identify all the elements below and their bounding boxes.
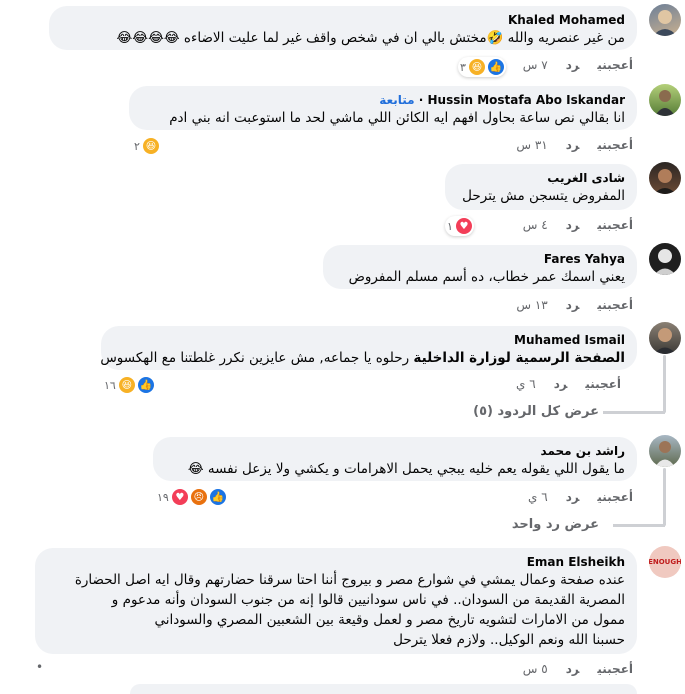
avatar-image (654, 328, 676, 354)
reply-link[interactable]: رد (566, 298, 580, 312)
reactions-count: ١٩ (157, 490, 169, 504)
avatar[interactable] (649, 4, 681, 36)
comment-author[interactable]: Eman Elsheikh (47, 554, 625, 570)
comment-text: يعني اسمك عمر خطاب، ده أسم مسلم المفروض (348, 269, 625, 285)
avatar[interactable] (649, 162, 681, 194)
like-link[interactable]: أعجبني (597, 138, 633, 152)
comment-actions: أعجبني رد ٦ ي (510, 490, 633, 504)
view-replies-link[interactable]: عرض رد واحد (512, 517, 599, 532)
comment-author[interactable]: Khaled Mohamed (61, 12, 625, 28)
laugh-reaction-icon: 😆 (468, 59, 485, 75)
reactions-summary[interactable]: 👍 😠 ♥ ١٩ (155, 487, 228, 507)
reply-link[interactable]: رد (554, 377, 568, 391)
heart-reaction-icon: ♥ (171, 489, 188, 505)
comment-text-line: حسبنا الله ونعم الوكيل.. ولازم فعلا يترح… (393, 632, 625, 648)
like-reaction-icon: 👍 (487, 59, 504, 75)
avatar-image (655, 90, 675, 116)
like-reaction-icon: 👍 (137, 377, 154, 393)
comment-time[interactable]: ٤ س (523, 218, 548, 232)
comment-text-line: ممول من الامارات لتشويه تاريخ مصر و لعمل… (154, 612, 625, 628)
like-link[interactable]: أعجبني (585, 377, 621, 391)
view-replies-link[interactable]: عرض كل الردود (٥) (473, 404, 599, 419)
tagged-page-link[interactable]: الصفحة الرسمية لوزارة الداخلية (413, 350, 625, 366)
comment-bubble: Eman Elsheikh عنده صفحة وعمال يمشي في شو… (35, 548, 637, 654)
thread-line (663, 355, 666, 413)
comment-time[interactable]: ١٣ س (516, 298, 547, 312)
avatar[interactable] (649, 435, 681, 467)
comment-time[interactable]: ٥ س (523, 662, 548, 676)
like-link[interactable]: أعجبني (597, 58, 633, 72)
like-link[interactable]: أعجبني (597, 218, 633, 232)
comment-bubble: Muhamed Ismail الصفحة الرسمية لوزارة الد… (100, 326, 637, 370)
reactions-count: ٢ (134, 139, 140, 153)
heart-reaction-icon: ♥ (455, 218, 472, 234)
comment-bubble: Fares Yahya يعني اسمك عمر خطاب، ده أسم م… (323, 245, 637, 289)
laugh-reaction-icon: 😆 (118, 377, 135, 393)
comment-actions: أعجبني رد ٣١ س (498, 138, 633, 152)
comment-actions: أعجبني رد ٧ س (505, 58, 633, 72)
separator-dot: • (36, 660, 44, 674)
comment-author[interactable]: Muhamed Ismail (113, 332, 625, 348)
avatar[interactable] (649, 322, 681, 354)
comment-actions: أعجبني رد ٦ ي (498, 377, 621, 391)
comment-author[interactable]: شادى الغريب (457, 170, 625, 186)
reactions-count: ١ (447, 219, 453, 233)
avatar[interactable] (649, 84, 681, 116)
reply-link[interactable]: رد (566, 218, 580, 232)
comment-text: الصفحة الرسمية لوزارة الداخلية رحلوه يا … (100, 348, 625, 368)
like-link[interactable]: أعجبني (597, 490, 633, 504)
comment-actions: أعجبني رد ١٣ س (498, 298, 633, 312)
comment-text-line: المصرية القديمة من السودان.. في ناس سودا… (111, 592, 625, 608)
reactions-summary[interactable]: ♥ ١ (445, 216, 474, 236)
avatar-image (654, 169, 676, 194)
reactions-summary[interactable]: 👍 😆 ١٦ (102, 375, 156, 395)
thread-line (603, 411, 665, 414)
like-link[interactable]: أعجبني (597, 662, 633, 676)
avatar-image (655, 441, 675, 467)
comment-author[interactable]: راشد بن محمد (165, 443, 625, 459)
like-link[interactable]: أعجبني (597, 298, 633, 312)
comment-actions: أعجبني رد ٥ س (505, 662, 633, 676)
comment-text-body: رحلوه يا جماعه, مش عايزين نكرر غلطتنا مع… (100, 350, 410, 366)
reply-link[interactable]: رد (566, 138, 580, 152)
comment-text: من غير عنصريه والله 🤣مختش بالي ان في شخص… (116, 30, 625, 46)
reactions-count: ٣ (460, 60, 466, 74)
next-comment-bubble-edge (130, 684, 637, 694)
comment-time[interactable]: ٦ ي (528, 490, 548, 504)
avatar[interactable] (649, 243, 681, 275)
comment-bubble: Khaled Mohamed من غير عنصريه والله 🤣مختش… (49, 6, 637, 50)
comment-text-line: عنده صفحة وعمال يمشي في شوارع مصر و بيرو… (74, 572, 625, 588)
like-reaction-icon: 👍 (209, 489, 226, 505)
reply-link[interactable]: رد (566, 662, 580, 676)
avatar-image (653, 10, 677, 36)
thread-line (613, 524, 665, 527)
thread-line (663, 468, 666, 526)
comment-actions: أعجبني رد ٤ س (505, 218, 633, 232)
avatar[interactable]: ENOUGH (649, 546, 681, 578)
comment-author[interactable]: Fares Yahya (335, 251, 625, 267)
comment-text: ما يقول اللي يقوله يعم خليه يبجي يحمل ال… (187, 461, 625, 477)
comment-time[interactable]: ٧ س (523, 58, 548, 72)
avatar-text: ENOUGH (649, 558, 681, 566)
comment-time[interactable]: ٣١ س (516, 138, 547, 152)
avatar-image (654, 249, 676, 275)
comment-text: انا بقالي نص ساعة بحاول افهم ايه الكائن … (169, 110, 625, 126)
comment-time[interactable]: ٦ ي (516, 377, 536, 391)
laugh-reaction-icon: 😆 (142, 138, 159, 154)
reply-link[interactable]: رد (566, 490, 580, 504)
comment-bubble: راشد بن محمد ما يقول اللي يقوله يعم خليه… (153, 437, 637, 481)
comment-author: Hussin Mostafa Abo Iskandar · متابعة (379, 93, 626, 107)
angry-reaction-icon: 😠 (190, 489, 207, 505)
comment-author-name[interactable]: Hussin Mostafa Abo Iskandar (428, 93, 626, 107)
reactions-count: ١٦ (104, 378, 116, 392)
comment-bubble: Hussin Mostafa Abo Iskandar · متابعة انا… (129, 86, 637, 130)
reactions-summary[interactable]: 👍 😆 ٣ (458, 57, 506, 77)
comment-bubble: شادى الغريب المفروض يتسجن مش يترحل (445, 164, 637, 210)
follow-button[interactable]: متابعة (379, 93, 414, 107)
reply-link[interactable]: رد (566, 58, 580, 72)
reactions-summary[interactable]: 😆 ٢ (132, 136, 161, 156)
comment-text: المفروض يتسجن مش يترحل (462, 188, 625, 204)
